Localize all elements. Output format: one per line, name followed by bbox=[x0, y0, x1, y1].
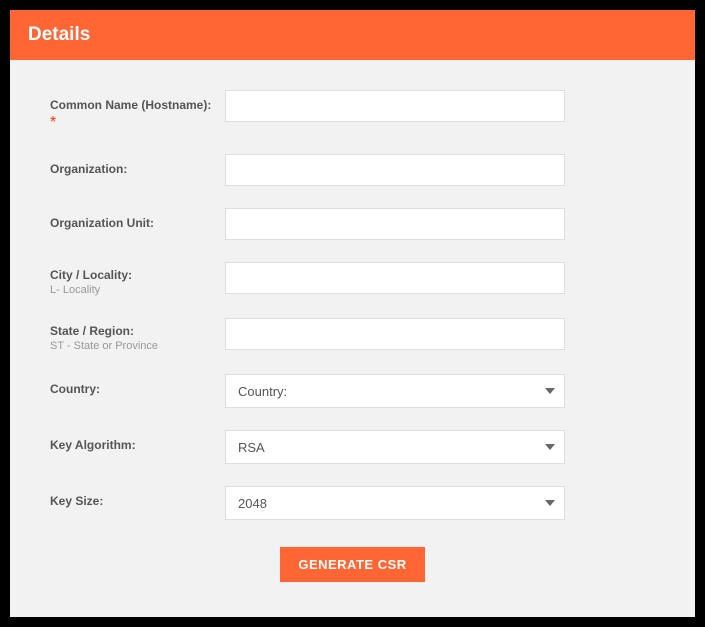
hint-state: ST - State or Province bbox=[50, 340, 215, 352]
row-key-algo: Key Algorithm: RSA bbox=[50, 430, 655, 464]
label-organization: Organization: bbox=[50, 162, 127, 176]
key-size-selected-value: 2048 bbox=[238, 496, 267, 511]
required-mark: * bbox=[50, 114, 56, 131]
row-common-name: Common Name (Hostname): * bbox=[50, 90, 655, 132]
label-common-name: Common Name (Hostname): bbox=[50, 98, 211, 112]
row-country: Country: Country: bbox=[50, 374, 655, 408]
row-org-unit: Organization Unit: bbox=[50, 208, 655, 240]
label-city: City / Locality: bbox=[50, 268, 215, 282]
details-panel: Details Common Name (Hostname): * Organi… bbox=[10, 10, 695, 617]
row-city: City / Locality: L- Locality bbox=[50, 262, 655, 296]
country-selected-value: Country: bbox=[238, 384, 287, 399]
label-state: State / Region: bbox=[50, 324, 215, 338]
form-body: Common Name (Hostname): * Organization: … bbox=[10, 60, 695, 617]
city-input[interactable] bbox=[225, 262, 565, 294]
row-key-size: Key Size: 2048 bbox=[50, 486, 655, 520]
state-input[interactable] bbox=[225, 318, 565, 350]
label-key-size: Key Size: bbox=[50, 494, 103, 508]
hint-city: L- Locality bbox=[50, 284, 215, 296]
country-select[interactable]: Country: bbox=[225, 374, 565, 408]
label-key-algo: Key Algorithm: bbox=[50, 438, 136, 452]
organization-input[interactable] bbox=[225, 154, 565, 186]
row-state: State / Region: ST - State or Province bbox=[50, 318, 655, 352]
panel-title: Details bbox=[28, 24, 677, 46]
button-row: GENERATE CSR bbox=[50, 542, 655, 597]
row-organization: Organization: bbox=[50, 154, 655, 186]
key-size-select[interactable]: 2048 bbox=[225, 486, 565, 520]
common-name-input[interactable] bbox=[225, 90, 565, 122]
org-unit-input[interactable] bbox=[225, 208, 565, 240]
panel-header: Details bbox=[10, 10, 695, 60]
label-country: Country: bbox=[50, 382, 100, 396]
key-algo-select[interactable]: RSA bbox=[225, 430, 565, 464]
generate-csr-button[interactable]: GENERATE CSR bbox=[280, 547, 424, 582]
key-algo-selected-value: RSA bbox=[238, 440, 265, 455]
label-org-unit: Organization Unit: bbox=[50, 216, 154, 230]
